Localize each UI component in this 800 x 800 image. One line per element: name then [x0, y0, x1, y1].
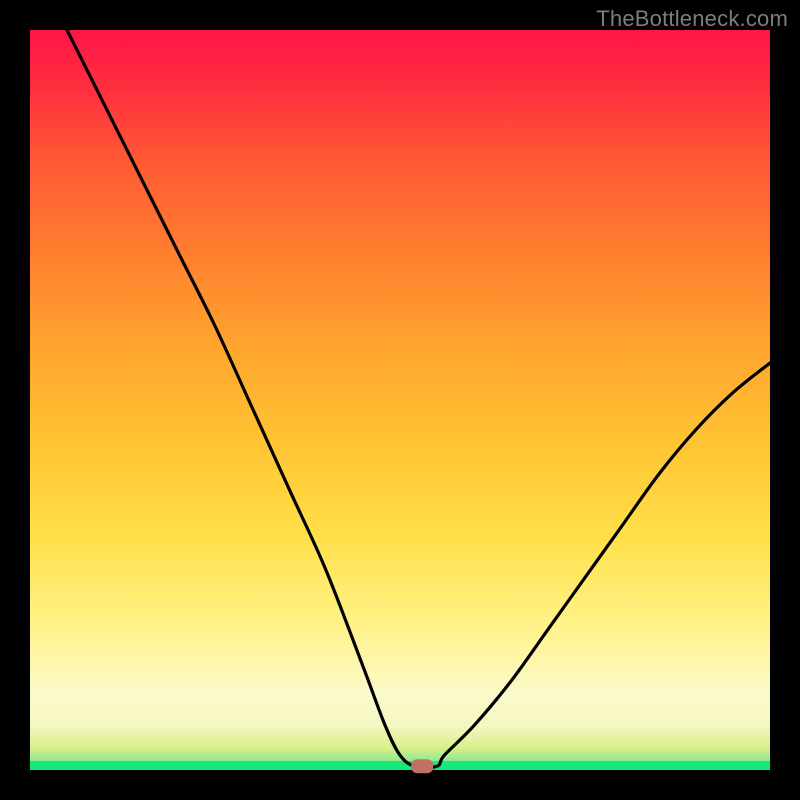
chart-frame: TheBottleneck.com — [0, 0, 800, 800]
bottleneck-curve-path — [67, 30, 770, 768]
min-marker — [411, 759, 433, 773]
plot-area — [30, 30, 770, 770]
watermark-text: TheBottleneck.com — [596, 6, 788, 32]
curve-svg — [30, 30, 770, 770]
